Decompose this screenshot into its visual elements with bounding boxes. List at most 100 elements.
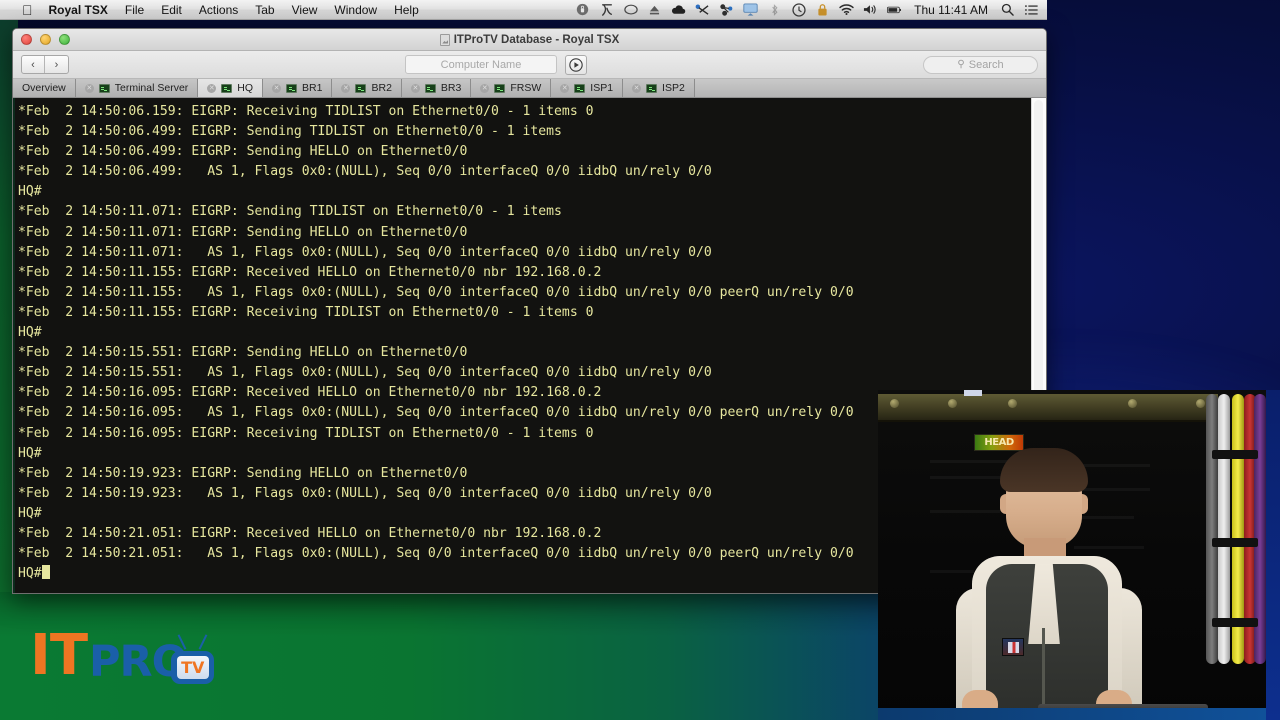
bluetooth-icon[interactable] xyxy=(767,2,782,18)
time-machine-icon[interactable] xyxy=(791,2,806,18)
speech-bubble-icon[interactable] xyxy=(623,2,638,18)
itprotv-logo: IT PRO TV xyxy=(30,620,240,692)
document-icon xyxy=(439,33,450,46)
tab-overview[interactable]: Overview xyxy=(13,79,76,97)
window-title: ITProTV Database - Royal TSX xyxy=(13,33,1046,46)
scrollbar-thumb[interactable] xyxy=(1034,100,1043,400)
window-toolbar: ‹ › Computer Name ⚲ Search xyxy=(13,51,1046,79)
menu-item-tab[interactable]: Tab xyxy=(255,3,274,17)
close-icon[interactable]: ✕ xyxy=(84,83,94,93)
search-icon: ⚲ xyxy=(957,59,965,70)
connect-button[interactable] xyxy=(565,54,587,75)
video-top-notch xyxy=(964,390,982,396)
beam-bolt xyxy=(1008,399,1017,408)
cable-tie xyxy=(1212,538,1258,547)
tab-isp2[interactable]: ✕ ISP2 xyxy=(623,79,695,97)
terminal-line: *Feb 2 14:50:15.551: AS 1, Flags 0x0:(NU… xyxy=(18,365,712,381)
search-placeholder: Search xyxy=(968,58,1004,71)
close-icon[interactable]: ✕ xyxy=(480,83,490,93)
close-icon[interactable]: ✕ xyxy=(207,83,217,93)
terminal-icon xyxy=(494,83,506,93)
logo-tv-icon: TV xyxy=(171,634,215,684)
window-title-bar[interactable]: ITProTV Database - Royal TSX xyxy=(13,29,1046,51)
tab-label: Overview xyxy=(22,82,66,94)
tab-br1[interactable]: ✕ BR1 xyxy=(263,79,333,97)
cable-tie xyxy=(1212,450,1258,459)
close-icon[interactable]: ✕ xyxy=(410,83,420,93)
eject-icon[interactable] xyxy=(647,2,662,18)
text-input-source-icon[interactable] xyxy=(599,2,614,18)
back-button[interactable]: ‹ xyxy=(22,56,45,73)
close-icon[interactable]: ✕ xyxy=(560,83,570,93)
terminal-line: *Feb 2 14:50:11.155: EIGRP: Receiving TI… xyxy=(18,304,594,320)
search-icon[interactable] xyxy=(1000,2,1015,18)
tv-screen: TV xyxy=(176,656,209,679)
menu-item-window[interactable]: Window xyxy=(334,3,377,17)
computer-name-input[interactable]: Computer Name xyxy=(405,55,557,74)
menu-bar-clock[interactable]: Thu 11:41 AM xyxy=(914,3,988,17)
beam-bolt xyxy=(1128,399,1137,408)
tab-label: FRSW xyxy=(510,82,542,94)
macos-menu-bar:  Royal TSX File Edit Actions Tab View W… xyxy=(0,0,1047,20)
terminal-line: *Feb 2 14:50:06.159: EIGRP: Receiving TI… xyxy=(18,104,594,119)
terminal-line: *Feb 2 14:50:15.551: EIGRP: Sending HELL… xyxy=(18,345,468,361)
presenter xyxy=(914,448,1184,720)
tab-label: BR1 xyxy=(302,82,323,94)
presenter-video-overlay[interactable]: HEAD xyxy=(878,390,1280,720)
tab-frsw[interactable]: ✕ FRSW xyxy=(471,79,552,97)
menu-item-actions[interactable]: Actions xyxy=(199,3,238,17)
close-icon[interactable]: ✕ xyxy=(272,83,282,93)
cable-tie xyxy=(1212,618,1258,627)
tab-label: BR3 xyxy=(440,82,462,94)
airplay-icon[interactable] xyxy=(743,2,758,18)
tab-hq[interactable]: ✕ HQ xyxy=(198,79,264,97)
tab-br3[interactable]: ✕ BR3 xyxy=(401,79,472,97)
forward-button[interactable]: › xyxy=(45,56,68,73)
search-input[interactable]: ⚲ Search xyxy=(923,55,1038,74)
hair xyxy=(1000,448,1088,492)
tab-label: ISP1 xyxy=(590,82,614,94)
vest-badge xyxy=(1002,638,1024,656)
terminal-icon xyxy=(98,83,110,93)
menu-item-help[interactable]: Help xyxy=(394,3,419,17)
logo-text-tv: TV xyxy=(181,657,205,677)
menu-item-file[interactable]: File xyxy=(125,3,144,17)
terminal-line: *Feb 2 14:50:11.071: EIGRP: Sending TIDL… xyxy=(18,204,562,220)
tab-label: HQ xyxy=(237,82,254,94)
menu-item-view[interactable]: View xyxy=(292,3,318,17)
keychain-lock-icon[interactable] xyxy=(815,2,830,18)
menu-item-royal-tsx[interactable]: Royal TSX xyxy=(49,3,108,17)
nav-segmented-control: ‹ › xyxy=(21,55,69,74)
tab-terminal-server[interactable]: ✕ Terminal Server xyxy=(75,79,199,97)
privacy-lock-icon[interactable] xyxy=(575,2,590,18)
tab-label: ISP2 xyxy=(662,82,685,94)
apple-logo-icon[interactable]:  xyxy=(22,3,33,17)
terminal-icon xyxy=(355,83,367,93)
battery-icon[interactable] xyxy=(887,2,902,18)
close-icon[interactable]: ✕ xyxy=(632,83,642,93)
terminal-prompt: HQ# xyxy=(18,566,42,582)
tab-br2[interactable]: ✕ BR2 xyxy=(332,79,402,97)
menu-item-edit[interactable]: Edit xyxy=(161,3,182,17)
terminal-line: *Feb 2 14:50:06.499: AS 1, Flags 0x0:(NU… xyxy=(18,164,712,180)
terminal-icon xyxy=(646,83,658,93)
terminal-icon xyxy=(286,83,298,93)
network-share-icon[interactable] xyxy=(719,2,734,18)
logo-text-it: IT xyxy=(30,623,88,688)
terminal-line: *Feb 2 14:50:06.499: EIGRP: Sending HELL… xyxy=(18,144,468,160)
beam-bolt xyxy=(890,399,899,408)
neon-sign: HEAD xyxy=(974,434,1024,451)
terminal-icon xyxy=(424,83,436,93)
menu-bar-status-area: Thu 11:41 AM xyxy=(575,2,1047,18)
tab-isp1[interactable]: ✕ ISP1 xyxy=(551,79,624,97)
scissors-icon[interactable] xyxy=(695,2,710,18)
tv-body: TV xyxy=(171,651,215,684)
terminal-line: *Feb 2 14:50:11.155: EIGRP: Received HEL… xyxy=(18,264,602,280)
cloud-icon[interactable] xyxy=(671,2,686,18)
volume-icon[interactable] xyxy=(863,2,878,18)
terminal-line: *Feb 2 14:50:11.155: AS 1, Flags 0x0:(NU… xyxy=(18,284,854,300)
terminal-line: HQ# xyxy=(18,325,42,341)
close-icon[interactable]: ✕ xyxy=(341,83,351,93)
list-icon[interactable] xyxy=(1024,2,1039,18)
wifi-icon[interactable] xyxy=(839,2,854,18)
